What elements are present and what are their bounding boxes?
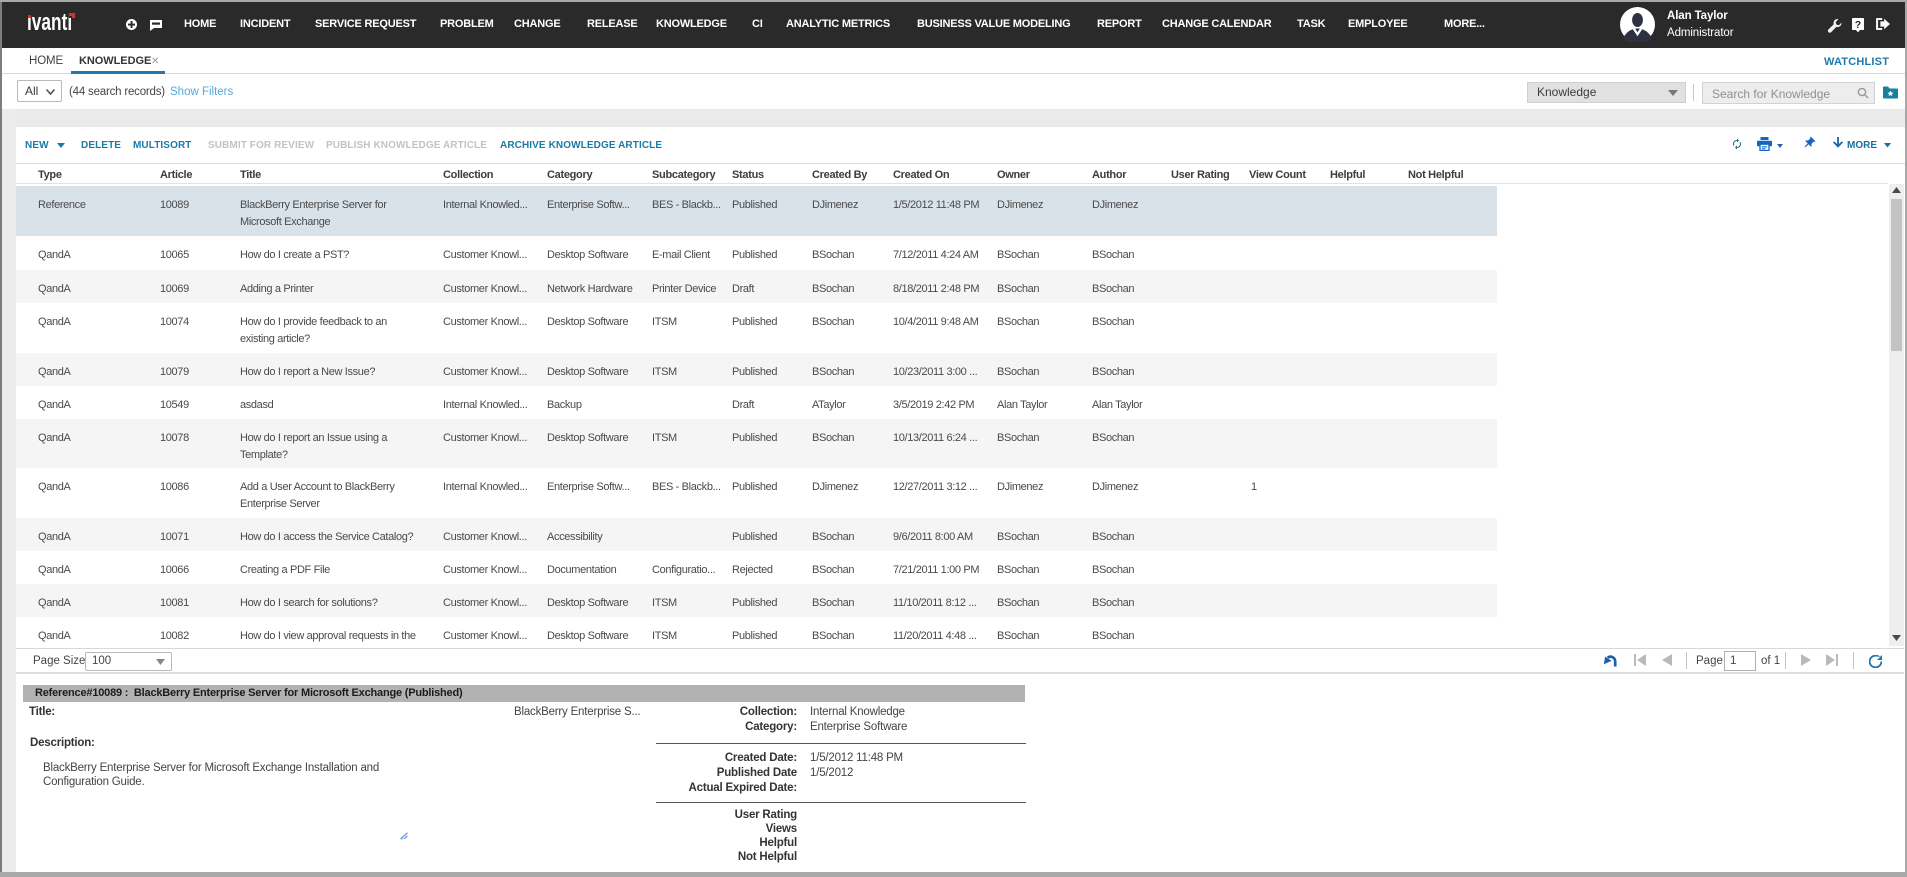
svg-text:?: ? <box>1855 19 1861 31</box>
